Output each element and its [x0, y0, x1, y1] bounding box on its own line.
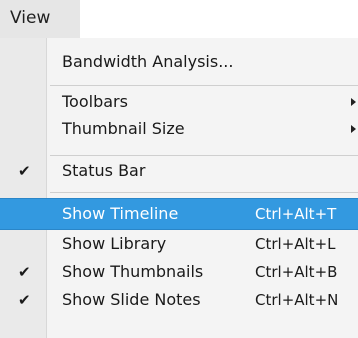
menu-item-toolbars[interactable]: Toolbars: [0, 87, 358, 117]
menu-item-shortcut: Ctrl+Alt+N: [255, 291, 339, 309]
menu-item-status-bar[interactable]: ✔ Status Bar: [0, 156, 358, 186]
menu-separator: [50, 192, 358, 193]
menu-item-label: Status Bar: [62, 161, 146, 180]
menu-item-thumbnail-size[interactable]: Thumbnail Size: [0, 114, 358, 144]
menu-item-label: Show Timeline: [62, 204, 179, 223]
menu-item-label: Bandwidth Analysis...: [62, 52, 234, 71]
menubar-view[interactable]: View: [0, 0, 80, 39]
menu-item-show-thumbnails[interactable]: ✔ Show Thumbnails Ctrl+Alt+B: [0, 257, 358, 287]
menu-item-show-timeline[interactable]: Show Timeline Ctrl+Alt+T: [0, 198, 358, 230]
menu-item-label: Thumbnail Size: [62, 119, 185, 138]
menu-item-label: Show Library: [62, 234, 167, 253]
checkmark-icon: ✔: [18, 291, 31, 309]
submenu-arrow-icon: [351, 98, 356, 106]
menu-item-bandwidth-analysis[interactable]: Bandwidth Analysis...: [0, 47, 358, 77]
menu-item-show-slide-notes[interactable]: ✔ Show Slide Notes Ctrl+Alt+N: [0, 285, 358, 315]
view-menu-dropdown: Bandwidth Analysis... Toolbars Thumbnail…: [0, 38, 358, 338]
menu-item-shortcut: Ctrl+Alt+T: [255, 205, 337, 223]
menu-separator: [50, 85, 358, 86]
checkmark-icon: ✔: [18, 263, 31, 281]
submenu-arrow-icon: [351, 125, 356, 133]
menu-item-shortcut: Ctrl+Alt+B: [255, 263, 338, 281]
menu-item-show-library[interactable]: Show Library Ctrl+Alt+L: [0, 229, 358, 259]
menubar-view-label: View: [10, 8, 51, 28]
menu-item-label: Show Thumbnails: [62, 262, 204, 281]
menu-item-label: Show Slide Notes: [62, 290, 201, 309]
checkmark-icon: ✔: [18, 162, 31, 180]
menu-item-label: Toolbars: [62, 92, 128, 111]
menu-item-shortcut: Ctrl+Alt+L: [255, 235, 336, 253]
